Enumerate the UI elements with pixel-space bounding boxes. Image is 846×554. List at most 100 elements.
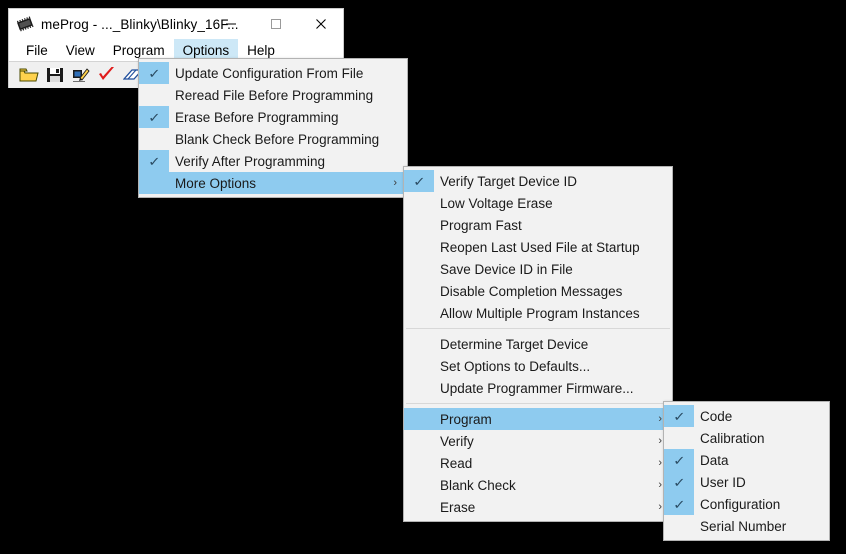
chevron-right-icon: › — [658, 435, 662, 447]
menu-item-disable-completion-messages[interactable]: Disable Completion Messages — [404, 280, 672, 302]
checkmark-slot — [139, 84, 169, 106]
menu-item-save-device-id-in-file[interactable]: Save Device ID in File — [404, 258, 672, 280]
menu-item-label: Data — [700, 452, 729, 468]
menu-item-allow-multiple-program-instances[interactable]: Allow Multiple Program Instances — [404, 302, 672, 324]
check-glyph: ✓ — [412, 173, 426, 189]
checkmark-slot — [404, 236, 434, 258]
menu-item-label: Reopen Last Used File at Startup — [440, 239, 640, 255]
menu-item-determine-target-device[interactable]: Determine Target Device — [404, 333, 672, 355]
menu-item-label: Verify Target Device ID — [440, 173, 578, 189]
check-glyph: ✓ — [672, 408, 686, 424]
checkmark-slot — [664, 515, 694, 537]
checkmark-slot — [404, 214, 434, 236]
menu-item-reopen-last-used-file-at-startup[interactable]: Reopen Last Used File at Startup — [404, 236, 672, 258]
check-glyph: ✓ — [672, 452, 686, 468]
menu-item-label: Determine Target Device — [440, 336, 589, 352]
checkmark-icon: ✓ — [664, 405, 694, 427]
check-glyph: ✓ — [147, 109, 161, 125]
menu-item-program[interactable]: Program › — [404, 408, 672, 430]
menu-separator — [406, 328, 670, 329]
desktop-background: meProg - ..._Blinky\Blinky_16F... File V… — [0, 0, 846, 554]
menu-item-label: Reread File Before Programming — [175, 87, 374, 103]
menubar-item-view[interactable]: View — [57, 39, 104, 61]
menu-item-read[interactable]: Read › — [404, 452, 672, 474]
menu-item-label: Read — [440, 455, 473, 471]
menu-item-more-options[interactable]: More Options › — [139, 172, 407, 194]
menu-item-verify-after-programming[interactable]: ✓ Verify After Programming — [139, 150, 407, 172]
checkmark-slot — [404, 452, 434, 474]
verify-icon[interactable] — [97, 66, 117, 84]
menu-item-label: Erase — [440, 499, 476, 515]
menu-item-label: Update Programmer Firmware... — [440, 380, 634, 396]
checkmark-slot — [404, 333, 434, 355]
title-bar[interactable]: meProg - ..._Blinky\Blinky_16F... — [9, 9, 343, 39]
menu-item-label: Allow Multiple Program Instances — [440, 305, 640, 321]
menu-item-label: Calibration — [700, 430, 765, 446]
menu-program-submenu: ✓ Code Calibration ✓ Data ✓ User ID ✓ Configurat… — [663, 401, 830, 541]
check-glyph: ✓ — [147, 65, 161, 81]
checkmark-slot — [404, 302, 434, 324]
menu-item-calibration[interactable]: Calibration — [664, 427, 829, 449]
checkmark-slot — [404, 355, 434, 377]
menu-item-update-programmer-firmware[interactable]: Update Programmer Firmware... — [404, 377, 672, 399]
menu-item-erase-before-programming[interactable]: ✓ Erase Before Programming — [139, 106, 407, 128]
menu-item-label: Code — [700, 408, 733, 424]
menubar-label: File — [26, 42, 48, 58]
checkmark-icon: ✓ — [664, 449, 694, 471]
menu-item-label: Update Configuration From File — [175, 65, 364, 81]
maximize-button[interactable] — [253, 9, 298, 39]
save-file-icon[interactable] — [45, 66, 65, 84]
check-glyph: ✓ — [672, 496, 686, 512]
checkmark-slot — [404, 474, 434, 496]
menu-item-data[interactable]: ✓ Data — [664, 449, 829, 471]
menu-item-update-configuration-from-file[interactable]: ✓ Update Configuration From File — [139, 62, 407, 84]
menu-item-configuration[interactable]: ✓ Configuration — [664, 493, 829, 515]
menu-item-verify-target-device-id[interactable]: ✓ Verify Target Device ID — [404, 170, 672, 192]
chevron-right-icon: › — [393, 177, 397, 189]
menu-item-label: Save Device ID in File — [440, 261, 573, 277]
minimize-button[interactable] — [208, 9, 253, 39]
checkmark-icon: ✓ — [404, 170, 434, 192]
checkmark-icon: ✓ — [139, 150, 169, 172]
menu-item-program-fast[interactable]: Program Fast — [404, 214, 672, 236]
menubar-label: View — [65, 42, 95, 58]
menu-item-label: Erase Before Programming — [175, 109, 339, 125]
open-file-icon[interactable] — [19, 66, 39, 84]
menu-item-blank-check[interactable]: Blank Check › — [404, 474, 672, 496]
menu-item-label: Blank Check Before Programming — [175, 131, 380, 147]
menu-item-label: Program Fast — [440, 217, 522, 233]
checkmark-slot — [139, 172, 169, 194]
chip-icon — [15, 14, 35, 34]
checkmark-slot — [139, 128, 169, 150]
menu-item-label: Set Options to Defaults... — [440, 358, 591, 374]
menu-item-reread-file-before-programming[interactable]: Reread File Before Programming — [139, 84, 407, 106]
checkmark-slot — [404, 430, 434, 452]
checkmark-slot — [404, 258, 434, 280]
menu-item-erase[interactable]: Erase › — [404, 496, 672, 518]
menu-item-code[interactable]: ✓ Code — [664, 405, 829, 427]
menu-item-low-voltage-erase[interactable]: Low Voltage Erase — [404, 192, 672, 214]
menubar-label: Help — [247, 42, 275, 58]
menu-item-label: Blank Check — [440, 477, 516, 493]
close-button[interactable] — [298, 9, 343, 39]
menu-item-label: Disable Completion Messages — [440, 283, 623, 299]
menu-item-blank-check-before-programming[interactable]: Blank Check Before Programming — [139, 128, 407, 150]
check-glyph: ✓ — [147, 153, 161, 169]
chevron-right-icon: › — [658, 457, 662, 469]
menu-item-label: Verify After Programming — [175, 153, 326, 169]
menu-item-label: Program — [440, 411, 492, 427]
menubar-label: Program — [112, 42, 165, 58]
menu-item-label: Serial Number — [700, 518, 787, 534]
menubar-item-file[interactable]: File — [17, 39, 57, 61]
checkmark-icon: ✓ — [664, 493, 694, 515]
menu-more-options-submenu: ✓ Verify Target Device ID Low Voltage Eras… — [403, 166, 673, 522]
chevron-right-icon: › — [658, 479, 662, 491]
menu-item-user-id[interactable]: ✓ User ID — [664, 471, 829, 493]
menu-item-verify[interactable]: Verify › — [404, 430, 672, 452]
menu-item-serial-number[interactable]: Serial Number — [664, 515, 829, 537]
checkmark-icon: ✓ — [664, 471, 694, 493]
program-device-icon[interactable] — [71, 66, 91, 84]
menu-item-set-options-to-defaults[interactable]: Set Options to Defaults... — [404, 355, 672, 377]
menu-item-label: Configuration — [700, 496, 781, 512]
menu-options-dropdown: ✓ Update Configuration From File Reread Fi… — [138, 58, 408, 198]
